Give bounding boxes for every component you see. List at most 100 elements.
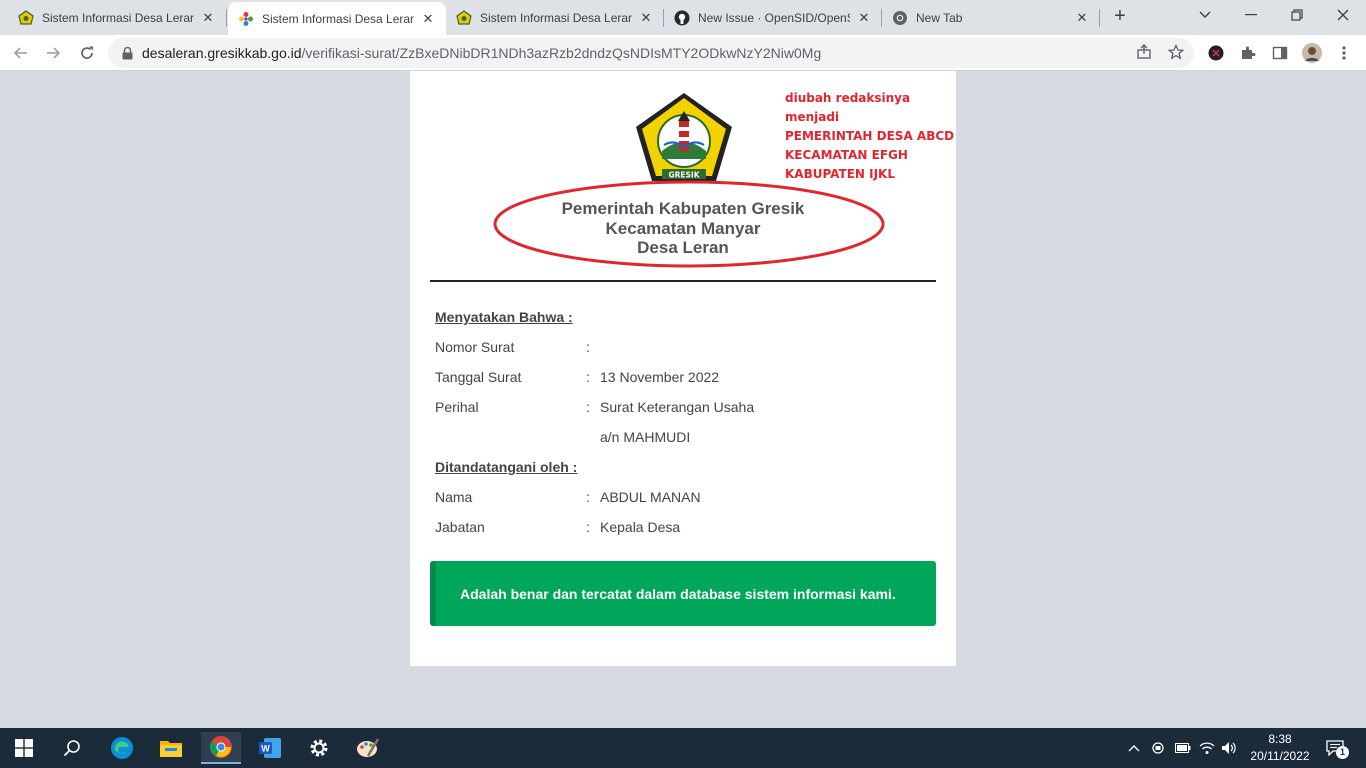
- notification-center-button[interactable]: 1: [1322, 738, 1349, 759]
- close-window-button[interactable]: [1320, 0, 1366, 30]
- tab-title: New Tab: [916, 10, 963, 25]
- tab-sistem-informasi-3[interactable]: Sistem Informasi Desa Leran ✕: [446, 0, 664, 35]
- paint-icon: [357, 738, 380, 757]
- taskbar-paint[interactable]: [348, 732, 388, 764]
- show-hidden-icons-button[interactable]: [1126, 738, 1142, 758]
- extension-x-icon: [1208, 45, 1224, 61]
- tab-separator: [1099, 9, 1100, 27]
- taskbar-edge[interactable]: [102, 732, 142, 764]
- tab-strip: Sistem Informasi Desa Leran ✕ Sistem Inf…: [0, 0, 1366, 35]
- extensions-button[interactable]: [1238, 43, 1258, 63]
- forward-button[interactable]: [40, 40, 66, 66]
- section-menyatakan: Menyatakan Bahwa :: [435, 309, 573, 325]
- windows-start-icon: [15, 739, 33, 757]
- tab-separator: [226, 9, 227, 27]
- arrow-right-icon: [47, 47, 61, 59]
- restore-button[interactable]: [1274, 0, 1320, 30]
- profile-button[interactable]: [1302, 43, 1322, 63]
- back-button[interactable]: [8, 40, 34, 66]
- clock-time: 8:38: [1268, 732, 1292, 746]
- verification-card: GRESIK diubah redaksinya menjadi PEMERIN…: [410, 71, 956, 666]
- tab-sistem-informasi-2[interactable]: Sistem Informasi Desa Leran ✕: [228, 2, 446, 35]
- system-clock[interactable]: 8:38 20/11/2022: [1240, 731, 1320, 765]
- taskbar-file-explorer[interactable]: [151, 732, 191, 764]
- new-tab-button[interactable]: +: [1108, 5, 1132, 29]
- extension-x-button[interactable]: [1206, 43, 1226, 63]
- word-icon: W: [259, 738, 281, 758]
- chrome-icon: [210, 736, 232, 758]
- nama-label: Nama: [435, 489, 473, 505]
- meet-now-button[interactable]: [1150, 738, 1168, 758]
- tab-search-button[interactable]: [1182, 0, 1228, 30]
- taskbar-settings[interactable]: [299, 732, 339, 764]
- nomor-surat-label: Nomor Surat: [435, 339, 515, 355]
- chevron-down-icon: [1199, 11, 1211, 18]
- share-icon: [1137, 44, 1151, 59]
- tab-new-tab[interactable]: New Tab ✕: [882, 0, 1100, 35]
- notification-badge: 1: [1336, 746, 1349, 759]
- colon: :: [586, 369, 590, 385]
- gresik-seal-icon: [18, 9, 34, 26]
- reload-icon: [81, 46, 93, 59]
- tab-title: Sistem Informasi Desa Leran: [480, 10, 632, 25]
- windows-taskbar: W 8:38 20/11/2022 1: [0, 728, 1366, 768]
- volume-button[interactable]: [1220, 738, 1238, 758]
- chevron-up-icon: [1128, 745, 1140, 752]
- tab-title: Sistem Informasi Desa Leran: [262, 11, 414, 26]
- puzzle-icon: [1242, 46, 1256, 59]
- tab-sistem-informasi-1[interactable]: Sistem Informasi Desa Leran ✕: [8, 0, 226, 35]
- colon: :: [586, 399, 590, 415]
- perihal-value-name: a/n MAHMUDI: [600, 429, 691, 445]
- edit-annotation: diubah redaksinya menjadi PEMERINTAH DES…: [785, 89, 956, 184]
- section-ditandatangani: Ditandatangani oleh :: [435, 459, 578, 475]
- reload-button[interactable]: [74, 40, 100, 66]
- browser-toolbar: desaleran.gresikkab.go.id/verifikasi-sur…: [0, 35, 1366, 71]
- browser-menu-button[interactable]: [1334, 43, 1354, 63]
- close-icon[interactable]: ✕: [638, 10, 654, 26]
- jabatan-value: Kepala Desa: [600, 519, 681, 535]
- search-icon: [63, 740, 80, 757]
- network-button[interactable]: [1198, 738, 1216, 758]
- taskbar-word[interactable]: W: [250, 732, 290, 764]
- gresik-regency-logo: GRESIK: [636, 93, 732, 181]
- side-panel-button[interactable]: [1270, 43, 1290, 63]
- colon: :: [586, 489, 590, 505]
- arrow-left-icon: [13, 47, 27, 59]
- lock-icon[interactable]: [120, 46, 134, 60]
- nama-value: ABDUL MANAN: [600, 489, 701, 505]
- success-alert: Adalah benar dan tercatat dalam database…: [430, 561, 936, 626]
- svg-text:W: W: [261, 744, 270, 754]
- tab-github-new-issue[interactable]: New Issue · OpenSID/OpenSID ✕: [664, 0, 882, 35]
- taskbar-search-button[interactable]: [52, 732, 92, 764]
- tab-title: Sistem Informasi Desa Leran: [42, 10, 194, 25]
- tanggal-surat-value: 13 November 2022: [600, 369, 720, 385]
- close-icon[interactable]: ✕: [200, 10, 216, 26]
- close-icon[interactable]: ✕: [1074, 10, 1090, 26]
- jabatan-label: Jabatan: [435, 519, 485, 535]
- highlight-ellipse: [493, 180, 885, 268]
- battery-button[interactable]: [1174, 738, 1192, 758]
- close-icon[interactable]: ✕: [856, 10, 872, 26]
- header-divider: [430, 280, 936, 282]
- clock-date: 20/11/2022: [1250, 749, 1310, 763]
- minimize-button[interactable]: [1228, 0, 1274, 30]
- speaker-icon: [1222, 742, 1236, 754]
- share-button[interactable]: [1134, 42, 1154, 62]
- tab-title: New Issue · OpenSID/OpenSID: [698, 10, 850, 25]
- start-button[interactable]: [4, 732, 44, 764]
- address-bar[interactable]: desaleran.gresikkab.go.id/verifikasi-sur…: [108, 38, 1194, 68]
- chrome-icon: [892, 10, 908, 26]
- more-vertical-icon: [1342, 46, 1346, 60]
- taskbar-chrome[interactable]: [201, 732, 241, 764]
- edge-icon: [111, 737, 133, 759]
- close-icon: [1337, 9, 1349, 21]
- annotation-line: diubah redaksinya menjadi: [785, 91, 911, 124]
- star-icon: [1168, 44, 1184, 60]
- bookmark-button[interactable]: [1166, 42, 1186, 62]
- camera-icon: [1152, 742, 1164, 754]
- perihal-label: Perihal: [435, 399, 479, 415]
- close-icon[interactable]: ✕: [420, 11, 436, 27]
- avatar: [1302, 43, 1322, 63]
- perihal-value: Surat Keterangan Usaha: [600, 399, 755, 415]
- colon: :: [586, 519, 590, 535]
